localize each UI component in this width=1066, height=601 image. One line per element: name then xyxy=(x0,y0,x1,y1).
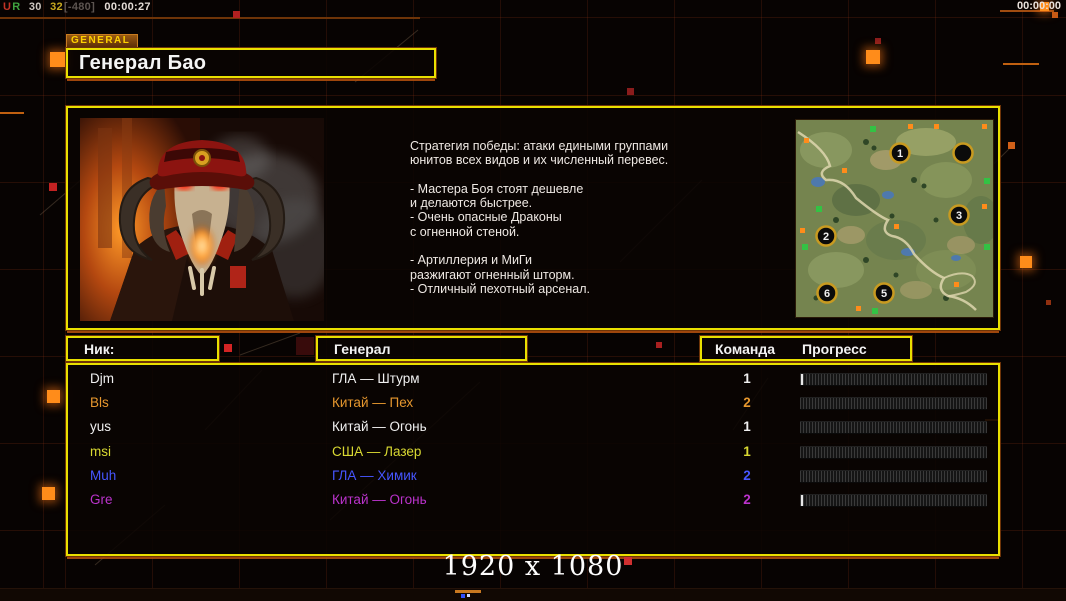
player-general: ГЛА — Штурм xyxy=(332,371,420,386)
player-progress-bar xyxy=(800,373,987,386)
player-team: 1 xyxy=(743,371,751,386)
column-header-general: Генерал xyxy=(316,336,527,361)
player-nick: Djm xyxy=(90,371,114,386)
decor-square xyxy=(461,594,465,598)
resolution-watermark: 1920 x 1080 xyxy=(442,551,624,582)
progress-marker xyxy=(801,374,803,385)
player-progress-bar xyxy=(800,493,987,507)
page-title: Генерал Бао xyxy=(79,52,207,74)
player-row: Gre Китай — Огонь 2 xyxy=(68,489,998,513)
decor-line xyxy=(1003,63,1039,65)
player-progress-bar xyxy=(800,469,987,483)
player-rows: Djm ГЛА — Штурм 1 Bls Китай — Пех 2 yus Китай —… xyxy=(68,368,998,513)
decor-square xyxy=(224,344,232,352)
decor-square xyxy=(467,594,470,597)
map-preview: 1 3 2 6 5 xyxy=(795,119,999,318)
player-team: 2 xyxy=(743,467,751,483)
debug-fps-label: U xyxy=(3,1,12,13)
player-row: yus Китай — Огонь 1 xyxy=(68,416,998,440)
decor-square xyxy=(50,52,65,67)
decor-line xyxy=(0,17,420,19)
decor-square xyxy=(1046,300,1051,305)
player-general: Китай — Огонь xyxy=(332,491,427,507)
player-general: ГЛА — Химик xyxy=(332,467,417,483)
start-position-marker xyxy=(952,142,974,164)
general-header-label: Генерал xyxy=(334,341,391,357)
player-progress-bar xyxy=(800,397,987,411)
column-header-team-progress: Команда Прогресс xyxy=(700,336,912,361)
progress-header-label: Прогресс xyxy=(802,341,867,357)
start-position-number: 6 xyxy=(824,288,830,300)
general-info-panel: Стратегия победы: атаки едиными группами… xyxy=(66,106,1000,330)
debug-readout: UR 30 32[-480] 00:00:27 xyxy=(3,1,151,13)
players-table: Djm ГЛА — Штурм 1 Bls Китай — Пех 2 yus Китай —… xyxy=(66,363,1000,556)
decor-square xyxy=(42,487,55,500)
bottom-strip xyxy=(0,588,1066,601)
start-position-number: 3 xyxy=(956,210,962,222)
player-team: 1 xyxy=(743,443,751,459)
player-nick: yus xyxy=(90,419,112,435)
player-team: 2 xyxy=(743,491,751,507)
decor-square xyxy=(49,183,57,191)
decor-square xyxy=(866,50,880,64)
player-general: Китай — Огонь xyxy=(332,419,427,435)
decor-square xyxy=(627,88,634,95)
decor-square xyxy=(1008,142,1015,149)
start-position-number: 2 xyxy=(823,231,829,243)
game-clock: 00:00:00 xyxy=(1016,0,1061,12)
player-team: 1 xyxy=(743,419,751,435)
decor-square xyxy=(875,38,881,44)
player-nick: msi xyxy=(90,443,111,459)
decor-line xyxy=(455,590,481,593)
player-row: Muh ГЛА — Химик 2 xyxy=(68,465,998,489)
decor-square xyxy=(1052,12,1058,18)
player-general: Китай — Пех xyxy=(332,395,414,411)
decor-square xyxy=(233,11,240,18)
general-title-box: Генерал Бао xyxy=(66,48,436,78)
column-header-nick: Ник: xyxy=(66,336,219,361)
player-row: Bls Китай — Пех 2 xyxy=(68,392,998,416)
start-position-number: 5 xyxy=(881,288,887,300)
player-team: 2 xyxy=(743,395,751,411)
player-general: США — Лазер xyxy=(332,443,422,459)
decor-square xyxy=(47,390,60,403)
nick-header-label: Ник: xyxy=(84,341,115,357)
player-nick: Bls xyxy=(90,395,109,411)
player-row: Djm ГЛА — Штурм 1 xyxy=(68,368,998,392)
general-portrait xyxy=(80,118,324,321)
player-nick: Gre xyxy=(90,491,113,507)
player-nick: Muh xyxy=(90,467,117,483)
start-position-number: 1 xyxy=(897,148,903,160)
tab-general[interactable]: GENERAL xyxy=(66,34,138,47)
strategy-description: Стратегия победы: атаки едиными группами… xyxy=(410,139,669,296)
decor-line xyxy=(0,112,24,114)
decor-square xyxy=(296,337,314,355)
progress-marker xyxy=(801,494,803,506)
decor-square xyxy=(1020,256,1032,268)
player-row: msi США — Лазер 1 xyxy=(68,441,998,465)
player-progress-bar xyxy=(800,445,987,459)
player-progress-bar xyxy=(800,421,987,435)
decor-square xyxy=(656,342,662,348)
team-header-label: Команда xyxy=(715,341,775,357)
